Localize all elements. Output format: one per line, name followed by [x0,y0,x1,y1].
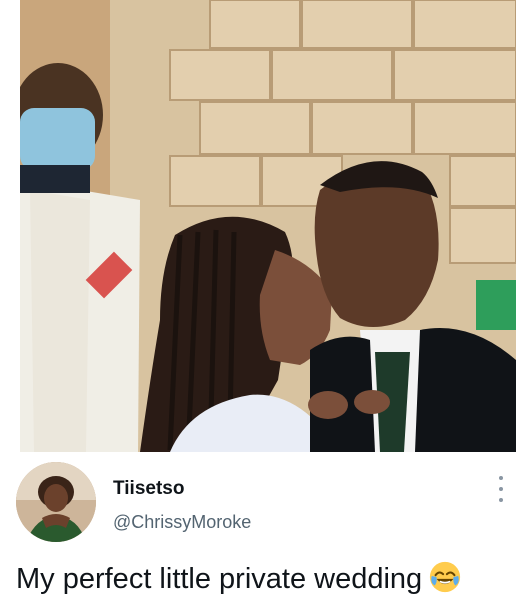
display-name[interactable]: Tiisetso [113,478,184,500]
more-dot [499,487,503,491]
more-dot [499,498,503,502]
wedding-kiss-photo [20,0,516,452]
tweet-photo[interactable] [20,0,516,452]
tweet-card: Tiisetso @ChrissyMoroke My perfect littl… [0,0,521,603]
more-vertical-icon[interactable] [496,476,506,502]
tweet-header: Tiisetso @ChrissyMoroke [16,462,516,546]
tweet-text-content: My perfect little private wedding [16,563,423,595]
user-handle[interactable]: @ChrissyMoroke [113,512,251,533]
face-with-tears-of-joy-emoji-icon [428,560,462,594]
more-dot [499,476,503,480]
avatar[interactable] [16,462,96,542]
profile-avatar-image [16,462,96,542]
tweet-text: My perfect little private wedding [16,559,516,599]
